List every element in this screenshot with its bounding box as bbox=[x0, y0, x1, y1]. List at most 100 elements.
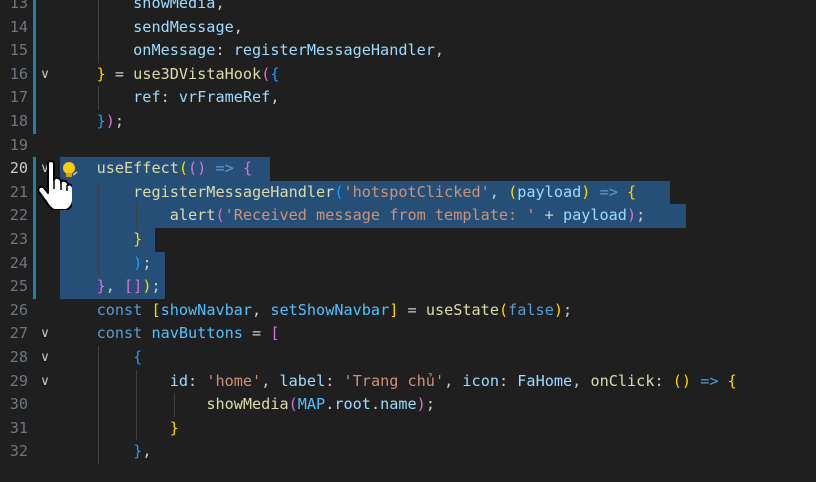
code-line[interactable]: 22 alert('Received message from template… bbox=[0, 204, 816, 228]
code-token: ) bbox=[416, 395, 426, 414]
code-token: showMedia bbox=[206, 395, 289, 414]
code-token: ; bbox=[425, 395, 435, 414]
line-number: 27 bbox=[9, 324, 28, 343]
code-token: ) bbox=[553, 300, 563, 319]
code-token: { bbox=[627, 182, 637, 201]
gutter-change-marker[interactable] bbox=[33, 228, 36, 252]
code-token: + bbox=[535, 206, 563, 225]
code-text[interactable]: id: 'home', label: 'Trang chủ', icon: Fa… bbox=[60, 370, 737, 394]
code-line[interactable]: 19 bbox=[0, 134, 816, 158]
code-text[interactable]: } bbox=[60, 417, 179, 441]
code-line[interactable]: 20 ∨ useEffect(() => { bbox=[0, 157, 816, 181]
code-text[interactable]: const navButtons = [ bbox=[60, 322, 280, 346]
code-text[interactable]: showMedia, bbox=[60, 0, 224, 16]
code-text[interactable]: }); bbox=[60, 110, 124, 134]
line-number: 15 bbox=[9, 41, 28, 60]
code-text[interactable]: registerMessageHandler ('hotspotClicked',… bbox=[60, 181, 636, 205]
code-token: , bbox=[444, 371, 463, 390]
code-token: , bbox=[434, 41, 445, 60]
code-line[interactable]: 14 sendMessage, bbox=[0, 15, 816, 40]
code-token: ( bbox=[215, 206, 225, 225]
code-token: [ bbox=[270, 324, 280, 343]
code-line[interactable]: 18 }); bbox=[0, 110, 816, 134]
code-text[interactable]: } = use3DVistaHook({ bbox=[60, 63, 280, 87]
line-number: 26 bbox=[9, 300, 28, 319]
gutter-change-marker[interactable] bbox=[33, 62, 36, 87]
code-line[interactable]: 16 ∨ } = use3DVistaHook({ bbox=[0, 62, 816, 87]
code-token: id bbox=[169, 371, 189, 390]
code-line[interactable]: 27 ∨ const navButtons = [ bbox=[0, 322, 816, 346]
code-token: , bbox=[261, 371, 280, 390]
code-text[interactable]: }, bbox=[60, 440, 151, 464]
code-token: registerMessageHandler bbox=[133, 182, 335, 201]
code-text[interactable]: sendMessage, bbox=[60, 16, 243, 40]
line-number: 16 bbox=[9, 64, 28, 83]
line-number: 28 bbox=[9, 348, 28, 366]
gutter-change-marker[interactable] bbox=[33, 0, 36, 16]
code-token: } bbox=[133, 442, 143, 461]
code-line[interactable]: 17 ref: vrFrameRef, bbox=[0, 86, 816, 110]
fold-chevron-icon[interactable]: ∨ bbox=[38, 346, 52, 370]
code-text[interactable]: showMedia(MAP.root.name); bbox=[60, 393, 435, 417]
gutter-change-marker[interactable] bbox=[33, 251, 36, 276]
code-line[interactable]: 31 } bbox=[0, 416, 816, 441]
code-token: ( bbox=[288, 395, 298, 414]
code-text[interactable]: { bbox=[60, 346, 142, 370]
code-token: MAP bbox=[297, 395, 326, 414]
code-line[interactable]: 28 ∨ { bbox=[0, 346, 816, 370]
gutter-change-marker[interactable] bbox=[33, 15, 36, 40]
code-token: icon bbox=[462, 371, 499, 390]
code-line[interactable]: 30 showMedia(MAP.root.name); bbox=[0, 393, 816, 417]
code-line[interactable]: 24 ); bbox=[0, 251, 816, 276]
gutter-change-marker[interactable] bbox=[33, 110, 36, 134]
code-text[interactable]: const [showNavbar, setShowNavbar] = useS… bbox=[60, 299, 573, 323]
code-token: } bbox=[96, 64, 106, 83]
code-line[interactable]: 13 showMedia, bbox=[0, 0, 816, 16]
line-number: 14 bbox=[9, 17, 28, 36]
code-line[interactable]: 15 onMessage: registerMessageHandler, bbox=[0, 39, 816, 63]
fold-chevron-icon[interactable]: ∨ bbox=[38, 322, 52, 346]
fold-chevron-icon[interactable]: ∨ bbox=[38, 370, 52, 394]
gutter-change-marker[interactable] bbox=[33, 39, 36, 63]
code-token: = bbox=[105, 64, 134, 83]
code-token: useState bbox=[425, 300, 499, 319]
code-line[interactable]: 26 const [showNavbar, setShowNavbar] = u… bbox=[0, 299, 816, 323]
code-token: 'Received message from template: ' bbox=[224, 206, 536, 225]
code-text[interactable]: alert('Received message from template: '… bbox=[60, 204, 646, 228]
code-token: onClick bbox=[590, 371, 655, 390]
hand-pointer-cursor-icon bbox=[36, 160, 74, 211]
gutter-change-marker[interactable] bbox=[33, 86, 36, 110]
code-token: root bbox=[334, 395, 371, 414]
code-text[interactable]: onMessage: registerMessageHandler, bbox=[60, 39, 444, 63]
code-token: } bbox=[169, 418, 179, 437]
code-token: = bbox=[242, 324, 271, 343]
code-token: label bbox=[279, 371, 326, 390]
code-text[interactable]: ref: vrFrameRef, bbox=[60, 86, 279, 110]
code-line[interactable]: 29 ∨ id: 'home', label: 'Trang chủ', icon… bbox=[0, 369, 816, 394]
code-token: 'hotspotClicked' bbox=[343, 182, 490, 201]
code-editor[interactable]: 13 showMedia, 14 sendMessage, 15 onMessage… bbox=[0, 0, 816, 482]
code-text[interactable]: }, []); bbox=[60, 275, 161, 299]
code-token: , bbox=[233, 17, 243, 36]
code-token: => bbox=[599, 182, 618, 201]
code-line[interactable]: 25 }, []); bbox=[0, 275, 816, 299]
code-line[interactable]: 23 } bbox=[0, 228, 816, 252]
gutter-change-marker[interactable] bbox=[33, 275, 36, 299]
code-line[interactable]: 32 }, bbox=[0, 440, 816, 464]
fold-chevron-icon[interactable]: ∨ bbox=[38, 63, 52, 87]
line-number: 18 bbox=[9, 112, 28, 130]
code-text[interactable]: useEffect(() => { bbox=[60, 157, 253, 181]
code-token: ) bbox=[133, 253, 143, 272]
code-text[interactable]: } bbox=[60, 228, 142, 252]
code-text[interactable]: ); bbox=[60, 252, 151, 276]
code-line[interactable]: 21 registerMessageHandler ('hotspotClicke… bbox=[0, 180, 816, 205]
line-number: 19 bbox=[9, 135, 28, 154]
code-token: = bbox=[398, 300, 426, 319]
